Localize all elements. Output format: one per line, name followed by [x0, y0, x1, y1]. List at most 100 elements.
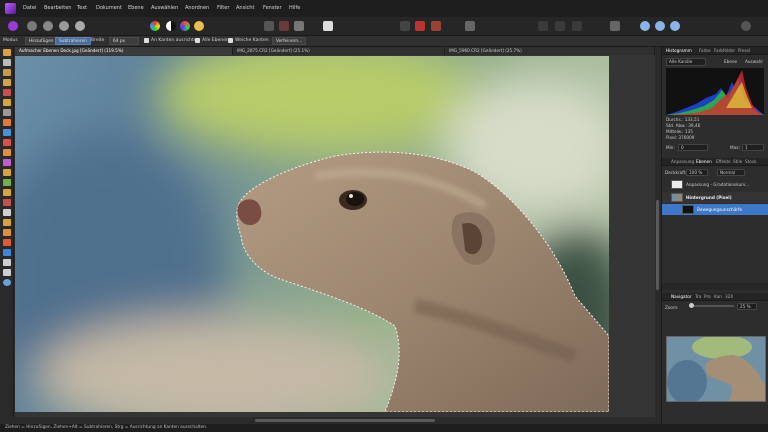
- studio-link-2-icon[interactable]: [655, 21, 665, 31]
- tab-adjustment[interactable]: Anpassung: [671, 159, 694, 164]
- develop-persona-icon[interactable]: [43, 21, 53, 31]
- tab-navigator[interactable]: Navigator: [671, 294, 692, 299]
- mode-standard-icon[interactable]: [400, 21, 410, 31]
- snapping-icon[interactable]: [610, 21, 620, 31]
- tone-mapping-persona-icon[interactable]: [59, 21, 69, 31]
- horizontal-scrollbar[interactable]: [255, 419, 435, 422]
- tab-swatches[interactable]: Farbfelder: [714, 48, 735, 53]
- tab-img-5960[interactable]: IMG_5960.CR2 [Geändert] (25.7%): [445, 47, 655, 55]
- menu-text[interactable]: Text: [77, 5, 87, 11]
- white-balance-icon[interactable]: [194, 21, 204, 31]
- tab-effects[interactable]: Effekte: [716, 159, 731, 164]
- liquify-persona-icon[interactable]: [27, 21, 37, 31]
- quick-mask-icon[interactable]: [323, 21, 333, 31]
- menu-window[interactable]: Fenster: [263, 5, 282, 11]
- tab-stock[interactable]: Stock: [745, 159, 757, 164]
- text-tool-icon[interactable]: [3, 259, 11, 266]
- channel-select[interactable]: Alle Kanäle: [666, 58, 706, 66]
- erase-brush-tool-icon[interactable]: [3, 159, 11, 166]
- align-left-icon[interactable]: [538, 21, 548, 31]
- tab-styles[interactable]: Stile: [733, 159, 742, 164]
- menu-file[interactable]: Datei: [23, 5, 36, 11]
- menu-edit[interactable]: Bearbeiten: [44, 5, 71, 11]
- menu-help[interactable]: Hilfe: [289, 5, 300, 11]
- studio-link-1-icon[interactable]: [640, 21, 650, 31]
- freehand-select-tool-icon[interactable]: [3, 109, 11, 116]
- mongoose-photo[interactable]: [15, 56, 609, 412]
- crop-tool-icon[interactable]: [3, 69, 11, 76]
- refine-button[interactable]: Verfeinern...: [272, 37, 307, 45]
- opacity-field[interactable]: 100 %: [686, 169, 708, 176]
- max-field[interactable]: 1: [742, 144, 764, 151]
- tab-histogram[interactable]: Histogramm: [666, 48, 692, 53]
- tab-32bit[interactable]: 32X: [725, 294, 733, 299]
- menu-layer[interactable]: Ebene: [128, 5, 144, 11]
- flood-select-tool-icon[interactable]: [3, 89, 11, 96]
- tab-layers[interactable]: Ebenen: [696, 159, 712, 164]
- mode-highlight-icon[interactable]: [415, 21, 425, 31]
- layer-row[interactable]: Bewegungsunschärfe: [662, 204, 768, 215]
- healing-tool-icon[interactable]: [3, 209, 11, 216]
- menu-arrange[interactable]: Anordnen: [185, 5, 209, 11]
- move-tool-icon[interactable]: [3, 49, 11, 56]
- pixel-tool-icon[interactable]: [3, 149, 11, 156]
- mesh-warp-tool-icon[interactable]: [3, 269, 11, 276]
- clone-tool-icon[interactable]: [3, 179, 11, 186]
- account-icon[interactable]: [741, 21, 751, 31]
- blur-tool-icon[interactable]: [3, 199, 11, 206]
- export-persona-icon[interactable]: [75, 21, 85, 31]
- tab-brushes[interactable]: Pinsel: [738, 48, 750, 53]
- marquee-tool-icon[interactable]: [3, 99, 11, 106]
- paint-brush-tool-icon[interactable]: [3, 139, 11, 146]
- menu-view[interactable]: Ansicht: [236, 5, 254, 11]
- soft-edges-checkbox[interactable]: [228, 38, 233, 43]
- hsl-icon[interactable]: [180, 21, 190, 31]
- pen-tool-icon[interactable]: [3, 229, 11, 236]
- tab-color[interactable]: Farbe: [699, 48, 711, 53]
- zoom-slider-handle[interactable]: [689, 303, 694, 308]
- add-mode-button[interactable]: Hinzufügen: [25, 37, 58, 45]
- selection-radio-label[interactable]: Auswahl: [745, 59, 763, 64]
- dodge-tool-icon[interactable]: [3, 169, 11, 176]
- blend-mode-select[interactable]: Normal: [717, 169, 745, 176]
- fill-tool-icon[interactable]: [3, 129, 11, 136]
- shape-tool-icon[interactable]: [3, 249, 11, 256]
- color-picker-tool-icon[interactable]: [3, 119, 11, 126]
- zoom-field[interactable]: 25 %: [737, 303, 757, 310]
- menu-filter[interactable]: Filter: [217, 5, 229, 11]
- navigator-preview[interactable]: [666, 336, 766, 402]
- tab-aufmacher[interactable]: Aufmacher Ebenen Deck.jpg [Geändert] (11…: [15, 47, 233, 55]
- no-selection-icon[interactable]: [279, 21, 289, 31]
- tab-channels[interactable]: Kan: [714, 294, 722, 299]
- selection-brush-tool-icon[interactable]: [3, 79, 11, 86]
- studio-link-3-icon[interactable]: [670, 21, 680, 31]
- color-swatch-icon[interactable]: [3, 279, 11, 286]
- width-field[interactable]: 64 px: [109, 37, 139, 45]
- all-layers-checkbox[interactable]: [195, 38, 200, 43]
- menu-select[interactable]: Auswählen: [151, 5, 178, 11]
- color-wheel-icon[interactable]: [150, 21, 160, 31]
- align-right-icon[interactable]: [572, 21, 582, 31]
- subtract-mode-button[interactable]: Subtrahieren: [55, 37, 91, 45]
- layer-row[interactable]: Anpassung - Gradationskurv...: [662, 179, 768, 190]
- snap-edges-checkbox[interactable]: [144, 38, 149, 43]
- tab-history[interactable]: Pro: [704, 294, 711, 299]
- menu-document[interactable]: Dokument: [96, 5, 122, 11]
- assistant-icon[interactable]: [465, 21, 475, 31]
- view-tool-icon[interactable]: [3, 59, 11, 66]
- layer-row[interactable]: Hintergrund (Pixel): [662, 192, 768, 203]
- node-tool-icon[interactable]: [3, 239, 11, 246]
- vertical-scrollbar[interactable]: [656, 200, 659, 290]
- layer-radio-label[interactable]: Ebene: [724, 59, 737, 64]
- contrast-icon[interactable]: [166, 21, 176, 31]
- align-center-icon[interactable]: [555, 21, 565, 31]
- photo-persona-icon[interactable]: [8, 21, 18, 31]
- smudge-tool-icon[interactable]: [3, 189, 11, 196]
- invert-selection-icon[interactable]: [294, 21, 304, 31]
- zoom-slider[interactable]: [689, 303, 734, 308]
- min-field[interactable]: 0: [678, 144, 708, 151]
- tab-img-2875[interactable]: IMG_2875.CR2 [Geändert] (25.1%): [233, 47, 445, 55]
- tab-transform[interactable]: Tra: [695, 294, 701, 299]
- red-eye-tool-icon[interactable]: [3, 219, 11, 226]
- selection-marquee-icon[interactable]: [264, 21, 274, 31]
